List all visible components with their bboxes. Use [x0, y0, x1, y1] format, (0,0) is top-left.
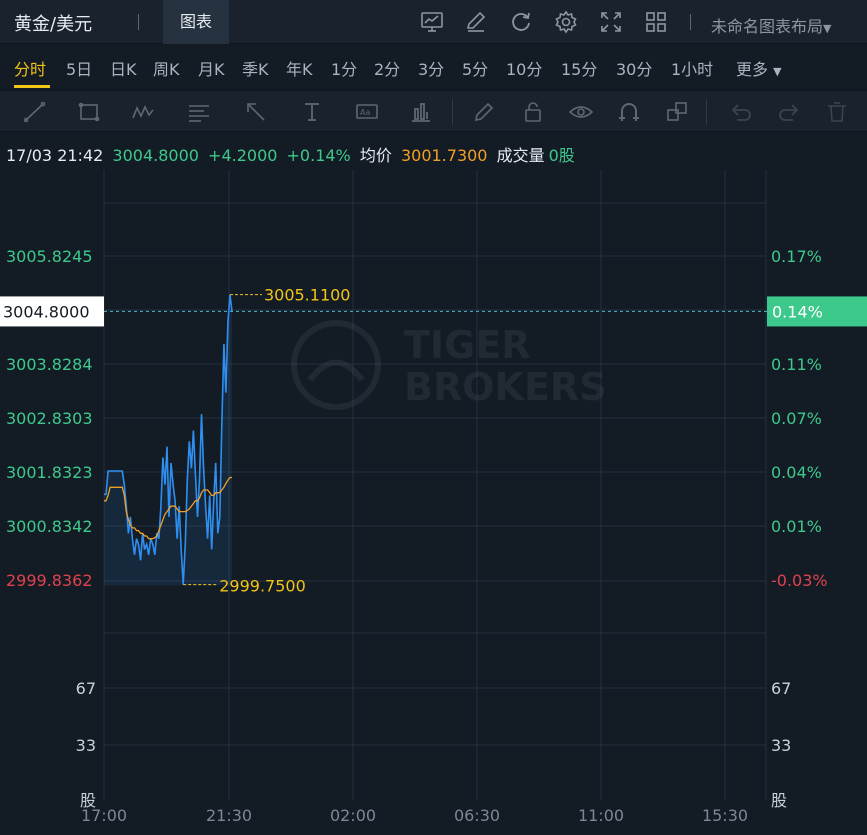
tf-15min[interactable]: 15分 — [561, 56, 597, 80]
active-tab-underline — [14, 85, 50, 88]
tf-1min[interactable]: 1分 — [331, 56, 357, 80]
timeframe-bar: 分时 5日 日K 周K 月K 季K 年K 1分 2分 3分 5分 10分 15分… — [0, 44, 867, 90]
tf-10min[interactable]: 10分 — [506, 56, 542, 80]
chevron-down-icon: ▼ — [823, 22, 832, 35]
quote-price: 3004.8000 — [112, 146, 199, 165]
tf-1hour[interactable]: 1小时 — [671, 56, 713, 80]
tf-weekly[interactable]: 周K — [153, 56, 180, 80]
divider — [138, 14, 139, 30]
lock-icon[interactable] — [520, 99, 546, 125]
volume-tick-right: 33 — [771, 736, 791, 755]
x-tick: 17:00 — [81, 806, 127, 825]
tf-quarterly[interactable]: 季K — [242, 56, 269, 80]
current-price-label: 3004.8000 — [3, 302, 90, 321]
caret-down-icon: ▼ — [773, 65, 782, 78]
high-marker-label: 3005.1100 — [264, 286, 351, 305]
drawing-toolbar: Aa — [0, 90, 867, 132]
refresh-icon[interactable] — [508, 9, 534, 35]
header-bar: 黄金/美元 图表 未命名图表布局▼ — [0, 0, 867, 44]
eye-icon[interactable] — [568, 99, 594, 125]
svg-text:Aa: Aa — [360, 108, 370, 117]
price-range-icon[interactable] — [408, 99, 434, 125]
intraday-chart[interactable]: TIGER BROKERS 3005.1100 2999.7500 3005.824… — [0, 170, 867, 835]
y-left-tick: 3003.8284 — [6, 355, 93, 374]
volume-label: 成交量 — [496, 146, 545, 165]
y-left-tick: 3002.8303 — [6, 409, 93, 428]
y-right-tick: 0.07% — [771, 409, 822, 428]
y-right-tick: 0.01% — [771, 517, 822, 536]
quote-info-line: 17/03 21:42 3004.8000 +4.2000 +0.14% 均价 … — [6, 142, 579, 166]
volume-tick-left: 67 — [76, 679, 96, 698]
divider — [706, 99, 707, 125]
watermark: TIGER BROKERS — [291, 320, 607, 410]
quote-change: +4.2000 — [208, 146, 278, 165]
volume-tick-left: 33 — [76, 736, 96, 755]
x-tick: 02:00 — [330, 806, 376, 825]
x-tick: 15:30 — [702, 806, 748, 825]
more-label: 更多 — [736, 60, 769, 79]
quote-change-pct: +0.14% — [286, 146, 351, 165]
volume-value: 0股 — [548, 146, 575, 165]
tf-5min[interactable]: 5分 — [462, 56, 488, 80]
grid-layout-icon[interactable] — [643, 9, 669, 35]
x-tick: 06:30 — [454, 806, 500, 825]
quote-datetime: 17/03 21:42 — [6, 146, 104, 165]
tf-5day[interactable]: 5日 — [66, 56, 92, 80]
volume-unit-right: 股 — [771, 791, 787, 810]
text-tool-icon[interactable] — [299, 99, 325, 125]
y-right-tick: -0.03% — [771, 571, 828, 590]
pattern-icon[interactable] — [130, 99, 156, 125]
x-tick: 21:30 — [206, 806, 252, 825]
tf-3min[interactable]: 3分 — [418, 56, 444, 80]
layout-selector[interactable]: 未命名图表布局▼ — [711, 13, 831, 37]
volume-tick-right: 67 — [771, 679, 791, 698]
x-tick: 11:00 — [578, 806, 624, 825]
undo-icon[interactable] — [728, 99, 754, 125]
tab-chart[interactable]: 图表 — [163, 0, 229, 44]
layout-label: 未命名图表布局 — [711, 17, 824, 36]
rectangle-icon[interactable] — [76, 99, 102, 125]
magnet-icon[interactable] — [616, 99, 642, 125]
y-left-tick: 3000.8342 — [6, 517, 93, 536]
arrow-icon[interactable] — [243, 99, 269, 125]
avg-price-value: 3001.7300 — [400, 146, 488, 165]
fibonacci-icon[interactable] — [186, 99, 212, 125]
trash-icon[interactable] — [824, 99, 850, 125]
low-marker-label: 2999.7500 — [219, 577, 306, 596]
more-timeframes-button[interactable]: 更多 ▼ — [736, 56, 782, 80]
annotation-icon[interactable]: Aa — [354, 99, 380, 125]
tf-monthly[interactable]: 月K — [198, 56, 225, 80]
gear-icon[interactable] — [553, 9, 579, 35]
redo-icon[interactable] — [776, 99, 802, 125]
y-right-tick: 0.17% — [771, 247, 822, 266]
watermark-text-line2: BROKERS — [404, 365, 607, 409]
chart-settings-icon[interactable] — [419, 9, 445, 35]
divider — [452, 99, 453, 125]
tf-2min[interactable]: 2分 — [374, 56, 400, 80]
watermark-text-line1: TIGER — [404, 323, 530, 367]
y-right-tick: 0.11% — [771, 355, 822, 374]
tf-yearly[interactable]: 年K — [286, 56, 313, 80]
y-left-tick: 3005.8245 — [6, 247, 93, 266]
divider — [690, 14, 691, 30]
tf-30min[interactable]: 30分 — [616, 56, 652, 80]
avg-price-label: 均价 — [359, 146, 392, 165]
clone-icon[interactable] — [664, 99, 690, 125]
edit-icon[interactable] — [463, 9, 489, 35]
pen-icon[interactable] — [471, 99, 497, 125]
y-left-tick: 3001.8323 — [6, 463, 93, 482]
tf-intraday[interactable]: 分时 — [14, 56, 46, 80]
y-right-tick: 0.04% — [771, 463, 822, 482]
trend-line-icon[interactable] — [22, 99, 48, 125]
y-left-tick: 2999.8362 — [6, 571, 93, 590]
tf-daily[interactable]: 日K — [110, 56, 137, 80]
fullscreen-icon[interactable] — [598, 9, 624, 35]
symbol-title[interactable]: 黄金/美元 — [14, 10, 92, 36]
current-pct-label: 0.14% — [772, 302, 823, 321]
